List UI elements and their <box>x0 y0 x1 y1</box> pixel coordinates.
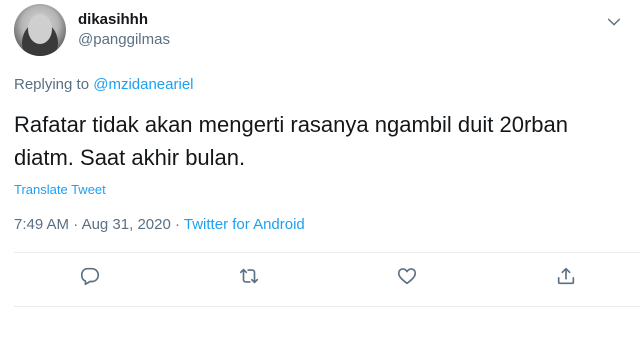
author-names: dikasihhh @panggilmas <box>78 10 170 50</box>
display-name[interactable]: dikasihhh <box>78 10 170 30</box>
tweet-text: Rafatar tidak akan mengerti rasanya ngam… <box>14 112 568 170</box>
meta-separator: · <box>174 216 180 233</box>
meta-separator: · <box>73 216 79 233</box>
tweet-source-link[interactable]: Twitter for Android <box>184 216 305 233</box>
avatar[interactable] <box>14 4 66 56</box>
reply-mention-link[interactable]: @mzidaneariel <box>93 76 193 93</box>
divider <box>14 306 640 307</box>
action-bar <box>78 264 578 288</box>
tweet-date[interactable]: Aug 31, 2020 <box>82 216 171 233</box>
like-icon[interactable] <box>395 264 419 288</box>
tweet-meta: 7:49 AM · Aug 31, 2020 · Twitter for And… <box>14 216 305 233</box>
retweet-icon[interactable] <box>237 264 261 288</box>
divider <box>14 252 640 253</box>
user-handle[interactable]: @panggilmas <box>78 30 170 50</box>
translate-tweet-link[interactable]: Translate Tweet <box>14 182 106 197</box>
tweet-header: dikasihhh @panggilmas <box>14 4 170 56</box>
chevron-down-icon[interactable] <box>606 14 622 30</box>
replying-prefix: Replying to <box>14 76 90 93</box>
replying-to: Replying to @mzidaneariel <box>14 76 194 93</box>
share-icon[interactable] <box>554 264 578 288</box>
tweet-card: dikasihhh @panggilmas Replying to @mzida… <box>0 0 640 360</box>
tweet-time[interactable]: 7:49 AM <box>14 216 69 233</box>
reply-icon[interactable] <box>78 264 102 288</box>
